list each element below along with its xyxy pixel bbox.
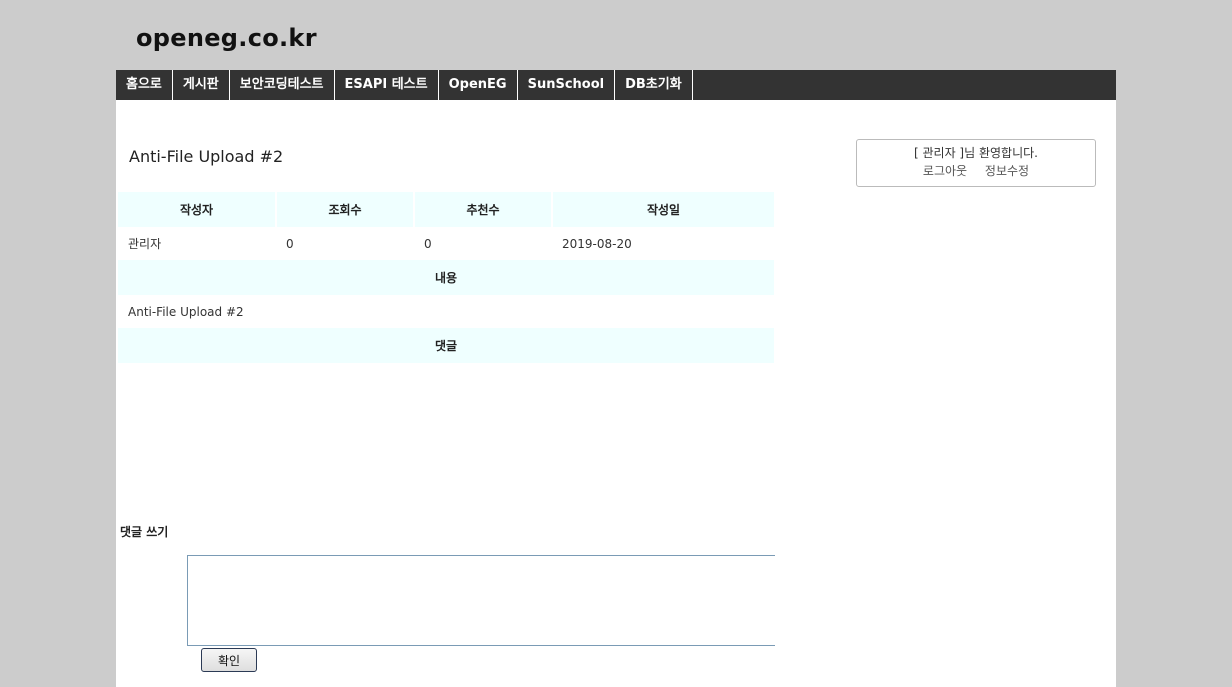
top-nav-bar: 홈으로 게시판 보안코딩테스트 ESAPI 테스트 OpenEG SunScho…	[116, 70, 1116, 100]
content-header-row: 내용	[118, 260, 774, 295]
account-links: 로그아웃 정보수정	[857, 162, 1095, 180]
post-detail-table: 작성자 조회수 추천수 작성일 관리자 0 0 2019-08-20 내용 An…	[118, 192, 774, 363]
logout-link[interactable]: 로그아웃	[923, 164, 967, 178]
author-value: 관리자	[128, 237, 162, 251]
comments-header-row: 댓글	[118, 328, 774, 363]
views-header: 조회수	[276, 192, 415, 227]
date-value: 2019-08-20	[562, 236, 632, 251]
nav-item-sunschool[interactable]: SunSchool	[518, 70, 616, 100]
nav-item-esapi-test[interactable]: ESAPI 테스트	[335, 70, 439, 100]
nav-item-db-reset[interactable]: DB초기화	[615, 70, 693, 100]
content-header: 내용	[118, 260, 774, 295]
date-header: 작성일	[552, 192, 774, 227]
main-content: Anti-File Upload #2 작성자 조회수 추천수 작성일 관리자 …	[116, 100, 1116, 687]
welcome-message: [ 관리자 ]님 환영합니다.	[914, 146, 1038, 160]
post-meta-header-row: 작성자 조회수 추천수 작성일	[118, 192, 774, 227]
recommends-value: 0	[424, 236, 432, 251]
post-content: Anti-File Upload #2	[128, 304, 244, 319]
nav-item-home[interactable]: 홈으로	[116, 70, 173, 100]
content-row: Anti-File Upload #2	[118, 295, 774, 328]
reply-textarea[interactable]	[187, 555, 775, 646]
nav-item-secure-coding-test[interactable]: 보안코딩테스트	[230, 70, 335, 100]
nav-item-board[interactable]: 게시판	[173, 70, 230, 100]
edit-profile-link[interactable]: 정보수정	[985, 164, 1029, 178]
confirm-button[interactable]: 확인	[201, 648, 257, 672]
recommends-header: 추천수	[414, 192, 553, 227]
nav-item-openeg[interactable]: OpenEG	[439, 70, 518, 100]
author-header: 작성자	[118, 192, 277, 227]
site-title: openeg.co.kr	[136, 24, 317, 52]
comments-header: 댓글	[118, 328, 774, 363]
post-meta-value-row: 관리자 0 0 2019-08-20	[118, 227, 774, 260]
reply-label: 댓글 쓰기	[120, 525, 169, 539]
welcome-box: [ 관리자 ]님 환영합니다. 로그아웃 정보수정	[856, 139, 1096, 187]
views-value: 0	[286, 236, 294, 251]
post-title: Anti-File Upload #2	[129, 147, 284, 166]
